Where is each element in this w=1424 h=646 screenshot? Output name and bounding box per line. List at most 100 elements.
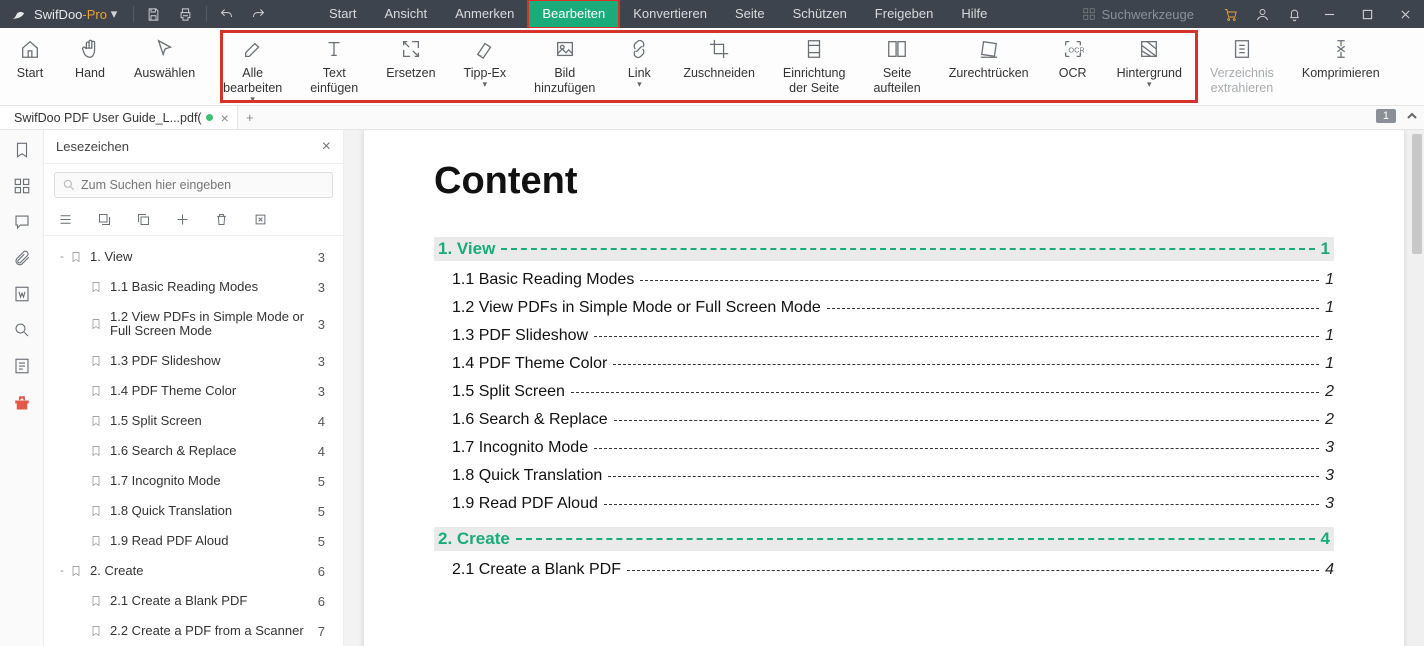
user-icon[interactable] (1246, 0, 1278, 28)
ribbon-home[interactable]: Start (0, 28, 60, 105)
ribbon-background[interactable]: Hintergrund▾ (1103, 28, 1196, 105)
ribbon-deskew[interactable]: Zurechtrücken (935, 28, 1043, 105)
tree-toggle-icon[interactable]: - (54, 565, 70, 577)
menu-anmerken[interactable]: Anmerken (441, 0, 528, 28)
bookmarks-tree[interactable]: -1. View31.1 Basic Reading Modes31.2 Vie… (44, 236, 343, 646)
bookmark-item[interactable]: -2. Create6 (44, 556, 339, 586)
app-menu-dropdown[interactable]: ▾ (107, 0, 121, 28)
comments-icon[interactable] (12, 212, 32, 232)
search-tools[interactable]: Suchwerkzeuge (1072, 7, 1205, 22)
bm-expand-icon[interactable] (97, 212, 112, 230)
menu-bearbeiten[interactable]: Bearbeiten (528, 0, 619, 28)
bookmark-item[interactable]: 1.1 Basic Reading Modes3 (44, 272, 339, 302)
print-icon[interactable] (170, 0, 202, 28)
bell-icon[interactable] (1278, 0, 1310, 28)
toc-section[interactable]: 2. Create4 (434, 527, 1334, 551)
ribbon-insert-text[interactable]: Text einfügen (296, 28, 372, 105)
bookmarks-close-icon[interactable]: × (322, 138, 331, 156)
bookmarks-search-input[interactable] (54, 172, 333, 198)
bm-clear-icon[interactable] (253, 212, 268, 230)
document-tab[interactable]: SwifDoo PDF User Guide_L...pdf( × (0, 106, 238, 129)
toc-section[interactable]: 1. View1 (434, 237, 1334, 261)
toc-entry[interactable]: 1.1 Basic Reading Modes1 (434, 271, 1334, 289)
tab-close-icon[interactable]: × (221, 111, 229, 125)
save-icon[interactable] (138, 0, 170, 28)
toc-entry-page: 4 (1325, 561, 1334, 579)
ribbon-split-page[interactable]: Seite aufteilen (859, 28, 934, 105)
document-viewer[interactable]: Content 1. View11.1 Basic Reading Modes1… (344, 130, 1424, 646)
toc-entry[interactable]: 1.3 PDF Slideshow1 (434, 327, 1334, 345)
toc-entry[interactable]: 1.7 Incognito Mode3 (434, 439, 1334, 457)
search-panel-icon[interactable] (12, 320, 32, 340)
toc-entry[interactable]: 1.9 Read PDF Aloud3 (434, 495, 1334, 513)
bookmark-item[interactable]: 1.6 Search & Replace4 (44, 436, 339, 466)
menu-start[interactable]: Start (315, 0, 370, 28)
bookmark-item[interactable]: 1.7 Incognito Mode 5 (44, 466, 339, 496)
cart-icon[interactable] (1214, 0, 1246, 28)
toc-entry[interactable]: 1.2 View PDFs in Simple Mode or Full Scr… (434, 299, 1334, 317)
ribbon-insert-image[interactable]: Bild hinzufügen (520, 28, 609, 105)
ribbon-tippex[interactable]: Tipp-Ex▾ (450, 28, 521, 105)
collapse-ribbon-icon[interactable] (1406, 110, 1418, 125)
bookmark-item[interactable]: -1. View3 (44, 242, 339, 272)
add-tab-button[interactable]: + (238, 106, 262, 129)
ribbon-edit-all[interactable]: Alle bearbeiten▾ (209, 28, 296, 105)
bookmark-item[interactable]: 1.9 Read PDF Aloud5 (44, 526, 339, 556)
bookmark-title: 1.7 Incognito Mode (110, 474, 310, 488)
bookmark-icon (90, 280, 104, 294)
menu-freigeben[interactable]: Freigeben (861, 0, 948, 28)
toc-entry-page: 2 (1325, 383, 1334, 401)
bookmark-item[interactable]: 2.1 Create a Blank PDF6 (44, 586, 339, 616)
toc-entry[interactable]: 1.5 Split Screen2 (434, 383, 1334, 401)
bookmark-item[interactable]: 1.5 Split Screen4 (44, 406, 339, 436)
menu-konvertieren[interactable]: Konvertieren (619, 0, 721, 28)
vertical-scrollbar[interactable] (1410, 130, 1424, 646)
bookmark-item[interactable]: 1.3 PDF Slideshow3 (44, 346, 339, 376)
bm-menu-icon[interactable] (58, 212, 73, 230)
bookmark-item[interactable]: 1.4 PDF Theme Color3 (44, 376, 339, 406)
bookmark-page: 5 (318, 474, 325, 489)
bm-delete-icon[interactable] (214, 212, 229, 230)
ribbon-link[interactable]: Link▾ (609, 28, 669, 105)
ribbon-label: Text einfügen (310, 66, 358, 96)
thumbnails-icon[interactable] (12, 176, 32, 196)
maximize-button[interactable] (1348, 0, 1386, 28)
redo-icon[interactable] (243, 0, 275, 28)
toc-entry[interactable]: 1.4 PDF Theme Color1 (434, 355, 1334, 373)
bookmark-item[interactable]: 1.8 Quick Translation5 (44, 496, 339, 526)
toc-entry[interactable]: 1.6 Search & Replace2 (434, 411, 1334, 429)
bookmark-item[interactable]: 2.2 Create a PDF from a Scanner7 (44, 616, 339, 646)
bm-add-icon[interactable] (175, 212, 190, 230)
tree-toggle-icon[interactable]: - (54, 251, 70, 263)
ribbon-select[interactable]: Auswählen (120, 28, 209, 105)
menu-seite[interactable]: Seite (721, 0, 779, 28)
toc-section-page: 1 (1321, 239, 1330, 259)
bookmark-page: 5 (318, 534, 325, 549)
document-page: Content 1. View11.1 Basic Reading Modes1… (364, 130, 1404, 646)
page-indicator[interactable]: 1 (1376, 109, 1396, 123)
menu-hilfe[interactable]: Hilfe (947, 0, 1001, 28)
bookmark-icon (90, 504, 104, 518)
ribbon-crop[interactable]: Zuschneiden (669, 28, 769, 105)
close-button[interactable] (1386, 0, 1424, 28)
menu-schützen[interactable]: Schützen (779, 0, 861, 28)
bookmark-panel-icon[interactable] (12, 140, 32, 160)
ribbon-compress[interactable]: Komprimieren (1288, 28, 1394, 105)
ribbon-page-setup[interactable]: Einrichtung der Seite (769, 28, 860, 105)
toc-entry[interactable]: 1.8 Quick Translation3 (434, 467, 1334, 485)
ribbon-ocr[interactable]: OCROCR (1043, 28, 1103, 105)
ribbon-hand[interactable]: Hand (60, 28, 120, 105)
toc-entry-title: 1.4 PDF Theme Color (452, 355, 607, 373)
bookmark-item[interactable]: 1.2 View PDFs in Simple Mode or Full Scr… (44, 302, 339, 346)
word-export-icon[interactable] (12, 284, 32, 304)
attachments-icon[interactable] (12, 248, 32, 268)
undo-icon[interactable] (211, 0, 243, 28)
form-icon[interactable] (12, 356, 32, 376)
ribbon-extract-toc[interactable]: Verzeichnis extrahieren (1196, 28, 1288, 105)
ribbon-replace[interactable]: Ersetzen (372, 28, 449, 105)
bm-collapse-icon[interactable] (136, 212, 151, 230)
toc-entry[interactable]: 2.1 Create a Blank PDF4 (434, 561, 1334, 579)
gift-icon[interactable] (12, 392, 32, 412)
minimize-button[interactable] (1310, 0, 1348, 28)
menu-ansicht[interactable]: Ansicht (370, 0, 441, 28)
